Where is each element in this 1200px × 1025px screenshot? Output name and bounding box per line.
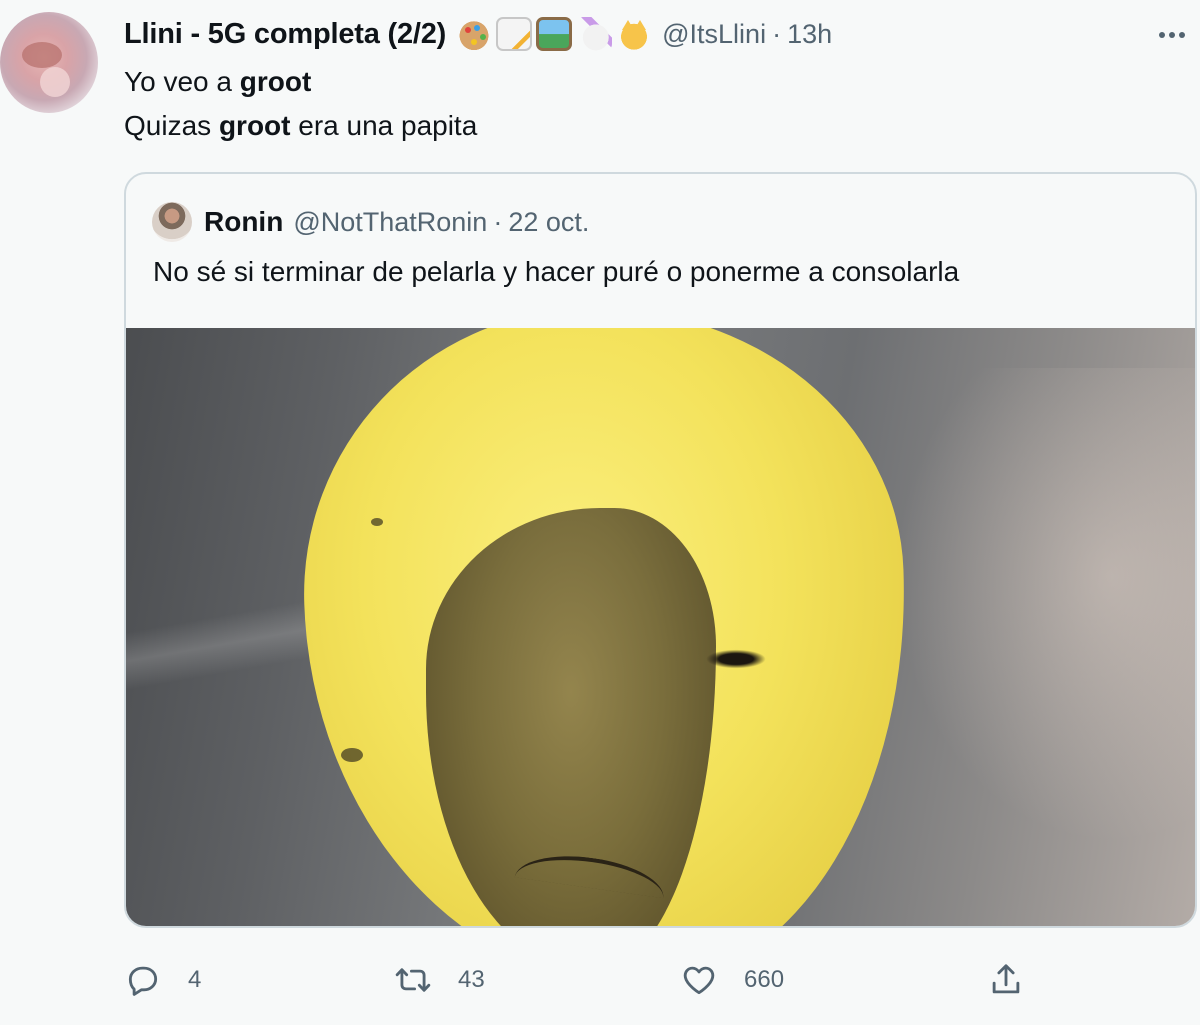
more-dot xyxy=(1179,32,1185,38)
quoted-media-image[interactable] xyxy=(126,328,1195,926)
like-count: 660 xyxy=(744,966,785,993)
user-handle[interactable]: @ItsLlini xyxy=(662,19,766,50)
more-dot xyxy=(1169,32,1175,38)
quoted-tweet-text: No sé si terminar de pelarla y hacer pur… xyxy=(153,256,960,287)
like-button[interactable]: 660 xyxy=(680,950,784,1010)
reply-icon xyxy=(128,966,158,996)
avatar[interactable] xyxy=(0,12,98,113)
name-emojis xyxy=(456,17,653,51)
share-button[interactable] xyxy=(987,950,1025,1010)
tweet[interactable]: Llini - 5G completa (2/2) @ItsLlini · 13… xyxy=(0,0,1200,1025)
memo-emoji-icon xyxy=(496,17,533,51)
quoted-date: 22 oct. xyxy=(508,206,590,237)
reply-button[interactable]: 4 xyxy=(124,950,201,1010)
text-segment: Quizas xyxy=(124,110,219,141)
display-name[interactable]: Llini - 5G completa (2/2) xyxy=(124,18,446,51)
share-icon xyxy=(992,964,1020,994)
reply-count: 4 xyxy=(188,966,202,993)
tweet-timestamp[interactable]: 13h xyxy=(787,19,832,50)
media-background xyxy=(859,368,1195,888)
avatar-detail xyxy=(22,42,62,68)
text-bold-segment: groot xyxy=(218,110,291,141)
heart-icon xyxy=(683,966,715,995)
quoted-tweet[interactable]: Ronin @NotThatRonin · 22 oct. No sé si t… xyxy=(124,172,1197,928)
quoted-display-name: Ronin xyxy=(204,206,284,237)
tweet-actions: 4 43 660 xyxy=(124,950,1184,1010)
avatar-detail xyxy=(40,67,70,97)
quoted-user-handle: @NotThatRonin xyxy=(293,206,488,237)
potato-eye xyxy=(701,648,771,670)
potato-spot xyxy=(371,518,383,526)
unicorn-emoji-icon xyxy=(576,17,613,51)
retweet-button[interactable]: 43 xyxy=(394,950,485,1010)
cat-emoji-icon xyxy=(616,17,653,51)
more-dot xyxy=(1159,32,1165,38)
tweet-header: Llini - 5G completa (2/2) @ItsLlini · 13… xyxy=(124,14,832,54)
potato-spot xyxy=(341,748,363,762)
palette-emoji-icon xyxy=(456,17,493,51)
retweet-icon xyxy=(395,968,431,992)
quoted-tweet-header: Ronin @NotThatRonin · 22 oct. xyxy=(152,202,589,242)
more-options-icon[interactable] xyxy=(1152,22,1192,48)
text-segment: Yo veo a xyxy=(124,66,240,97)
picture-emoji-icon xyxy=(536,17,573,51)
separator-dot: · xyxy=(772,18,782,49)
retweet-count: 43 xyxy=(458,966,485,993)
separator-dot: · xyxy=(493,206,503,237)
tweet-text-line-2: Quizas groot era una papita xyxy=(124,110,477,142)
text-segment: era una papita xyxy=(290,110,478,141)
quoted-avatar xyxy=(152,202,192,242)
text-bold-segment: groot xyxy=(239,66,312,97)
tweet-text-line-1: Yo veo a groot xyxy=(124,66,311,98)
